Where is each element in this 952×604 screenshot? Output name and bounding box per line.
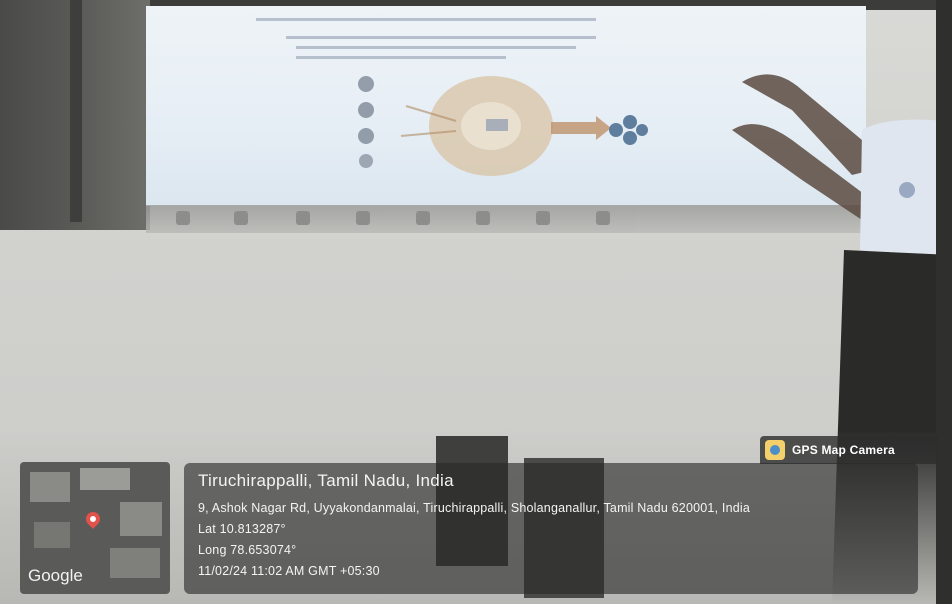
- right-edge-shadow: [936, 0, 952, 604]
- taskbar-icon: [416, 211, 430, 225]
- photo-scene: GPS Map Camera Google Tiruchirappalli, T…: [0, 0, 952, 604]
- taskbar-icon: [356, 211, 370, 225]
- taskbar-icon: [296, 211, 310, 225]
- location-title: Tiruchirappalli, Tamil Nadu, India: [198, 471, 454, 490]
- longitude: Long 78.653074°: [198, 543, 297, 557]
- taskbar-icon: [476, 211, 490, 225]
- location-address: 9, Ashok Nagar Rd, Uyyakondanmalai, Tiru…: [198, 501, 751, 515]
- map-attribution: Google: [28, 566, 83, 585]
- map-thumbnail: Google: [20, 462, 170, 594]
- taskbar-icon: [596, 211, 610, 225]
- taskbar-icon: [536, 211, 550, 225]
- map-pin-icon: [83, 509, 103, 529]
- door-frame: [70, 0, 82, 222]
- gps-badge: GPS Map Camera: [760, 436, 938, 464]
- camera-map-icon: [765, 440, 785, 460]
- timestamp: 11/02/24 11:02 AM GMT +05:30: [198, 564, 380, 578]
- taskbar-icon: [234, 211, 248, 225]
- location-info-panel: Tiruchirappalli, Tamil Nadu, India 9, As…: [184, 463, 918, 594]
- taskbar-icon: [176, 211, 190, 225]
- latitude: Lat 10.813287°: [198, 522, 286, 536]
- badge-label: GPS Map Camera: [792, 443, 895, 457]
